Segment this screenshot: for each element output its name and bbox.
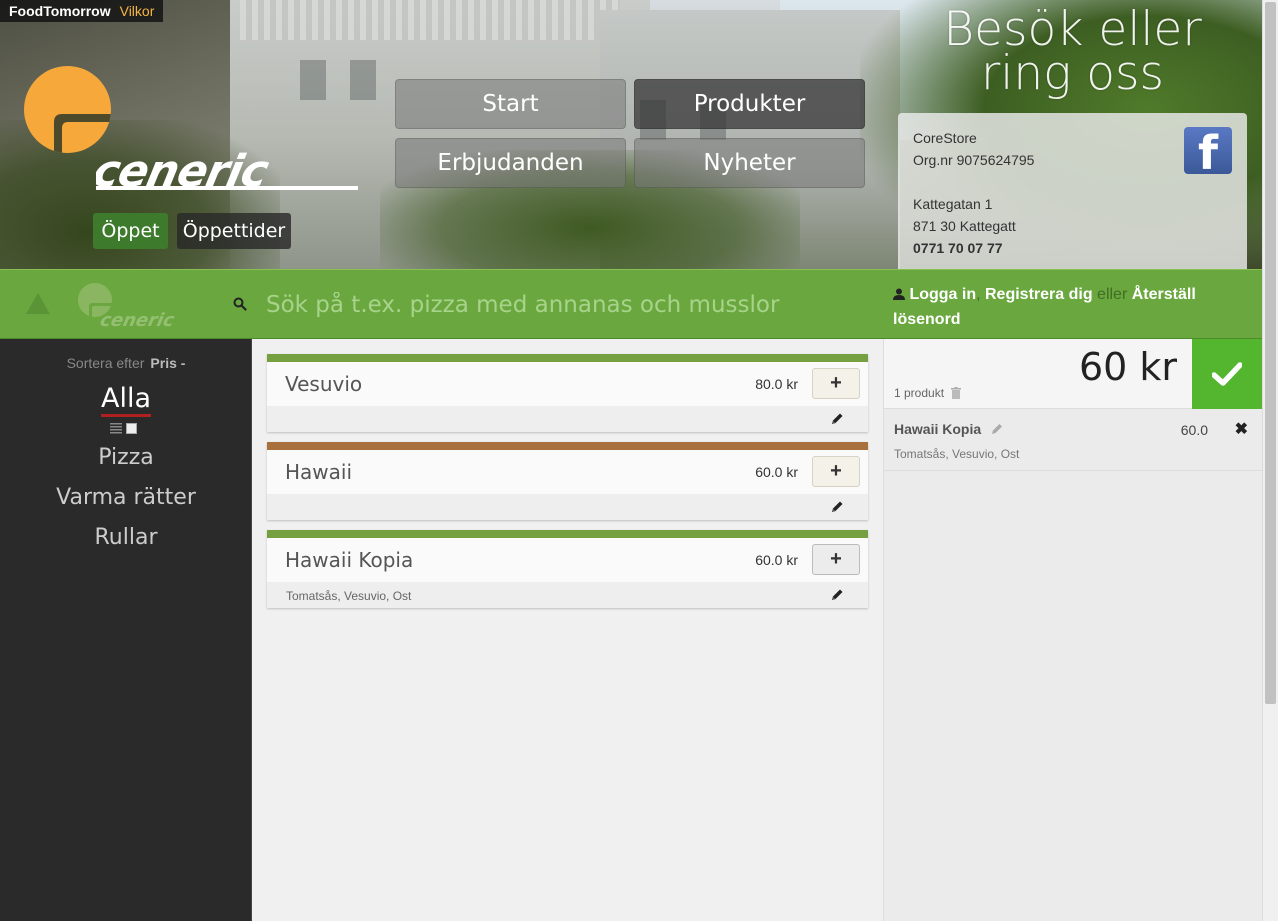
pencil-icon[interactable] — [991, 423, 1003, 435]
checkmark-icon — [1212, 362, 1242, 386]
hero-banner: FoodTomorrow Vilkor ceneric Öppet Öppett… — [0, 0, 1262, 269]
cart-item-name: Hawaii Kopia — [894, 421, 1003, 437]
visit-line-2: ring oss — [980, 46, 1165, 101]
product-stripe — [267, 530, 868, 538]
category-rolls[interactable]: Rullar — [0, 525, 252, 550]
product-list: Vesuvio 80.0 kr + Hawaii 60.0 kr + Hawai… — [252, 339, 884, 921]
checkout-button[interactable] — [1192, 339, 1262, 409]
cart-item-ingredients: Tomatsås, Vesuvio, Ost — [894, 447, 1020, 461]
product-price: 60.0 kr — [755, 552, 798, 568]
cart-count: 1 produkt — [894, 386, 962, 400]
cart-header: 60 kr 1 produkt — [884, 339, 1262, 409]
small-logo[interactable]: ceneric — [75, 280, 215, 332]
sort-value[interactable]: Pris - — [150, 355, 185, 371]
city-address: 871 30 Kattegatt — [913, 218, 1016, 234]
remove-item-button[interactable]: ✖ — [1235, 419, 1248, 439]
logo-wordmark[interactable]: ceneric — [96, 152, 361, 192]
facebook-icon[interactable]: f — [1184, 127, 1232, 174]
product-stripe — [267, 354, 868, 362]
open-status-button[interactable]: Öppet — [93, 213, 168, 249]
sort-label: Sortera efter — [66, 355, 145, 371]
product-price: 60.0 kr — [755, 464, 798, 480]
product-card: Hawaii 60.0 kr + — [267, 442, 868, 520]
view-toggle — [110, 423, 137, 434]
auth-or-text: eller — [1097, 286, 1128, 303]
cart-item: Hawaii Kopia 60.0 ✖ Tomatsås, Vesuvio, O… — [884, 409, 1262, 471]
product-stripe — [267, 442, 868, 450]
scroll-up-icon[interactable] — [26, 293, 50, 314]
brand-link[interactable]: FoodTomorrow — [9, 3, 111, 19]
add-to-cart-button[interactable]: + — [812, 368, 860, 399]
hero-roof — [240, 0, 620, 40]
opening-hours-button[interactable]: Öppettider — [177, 213, 291, 249]
product-card: Hawaii Kopia 60.0 kr + Tomatsås, Vesuvio… — [267, 530, 868, 608]
hero-window — [350, 60, 376, 100]
product-price: 80.0 kr — [755, 376, 798, 392]
edit-icon[interactable] — [830, 500, 844, 514]
product-name[interactable]: Hawaii Kopia — [285, 548, 413, 572]
street-address: Kattegatan 1 — [913, 196, 993, 212]
visit-heading: Besök eller ring oss — [900, 6, 1245, 101]
sort-control[interactable]: Sortera efter Pris - — [0, 355, 252, 371]
add-to-cart-button[interactable]: + — [812, 544, 860, 575]
search-bar: ceneric Logga in, Registrera dig eller Å… — [0, 269, 1262, 339]
nav-news[interactable]: Nyheter — [634, 138, 865, 188]
login-link[interactable]: Logga in — [909, 286, 976, 303]
search-input[interactable] — [266, 288, 866, 322]
shopping-cart: 60 kr 1 produkt Hawaii Kopia 60.0 ✖ Toma… — [884, 339, 1262, 921]
edit-icon[interactable] — [830, 588, 844, 602]
nav-offers[interactable]: Erbjudanden — [395, 138, 626, 188]
category-pizza[interactable]: Pizza — [0, 445, 252, 470]
phone-number[interactable]: 0771 70 07 77 — [913, 237, 1232, 259]
page-scrollbar[interactable] — [1262, 0, 1278, 921]
cart-total: 60 kr — [1078, 345, 1177, 389]
contact-card: CoreStore Org.nr 9075624795 Kattegatan 1… — [898, 113, 1247, 269]
register-link[interactable]: Registrera dig — [985, 286, 1093, 303]
category-all[interactable]: Alla — [0, 383, 252, 417]
product-ingredients: Tomatsås, Vesuvio, Ost — [286, 589, 412, 603]
svg-text:ceneric: ceneric — [98, 310, 176, 331]
product-name[interactable]: Hawaii — [285, 460, 352, 484]
list-view-icon[interactable] — [110, 423, 122, 434]
scrollbar-thumb[interactable] — [1265, 2, 1276, 704]
nav-products[interactable]: Produkter — [634, 79, 865, 129]
category-hot-dishes[interactable]: Varma rätter — [0, 485, 252, 510]
top-bar: FoodTomorrow Vilkor — [0, 0, 164, 22]
category-sidebar: Sortera efter Pris - Alla Pizza Varma rät… — [0, 339, 252, 921]
edit-icon[interactable] — [830, 412, 844, 426]
product-card: Vesuvio 80.0 kr + — [267, 354, 868, 432]
nav-start[interactable]: Start — [395, 79, 626, 129]
user-icon — [893, 288, 905, 300]
add-to-cart-button[interactable]: + — [812, 456, 860, 487]
cart-item-price: 60.0 — [1180, 422, 1208, 438]
product-name[interactable]: Vesuvio — [285, 372, 362, 396]
hero-window — [300, 60, 326, 100]
terms-link[interactable]: Vilkor — [120, 3, 155, 19]
trash-icon[interactable] — [951, 387, 962, 399]
auth-links: Logga in, Registrera dig eller Återställ… — [893, 286, 1196, 328]
logo-sun-icon[interactable] — [24, 66, 111, 153]
search-icon — [233, 297, 247, 311]
grid-view-icon[interactable] — [126, 423, 137, 434]
